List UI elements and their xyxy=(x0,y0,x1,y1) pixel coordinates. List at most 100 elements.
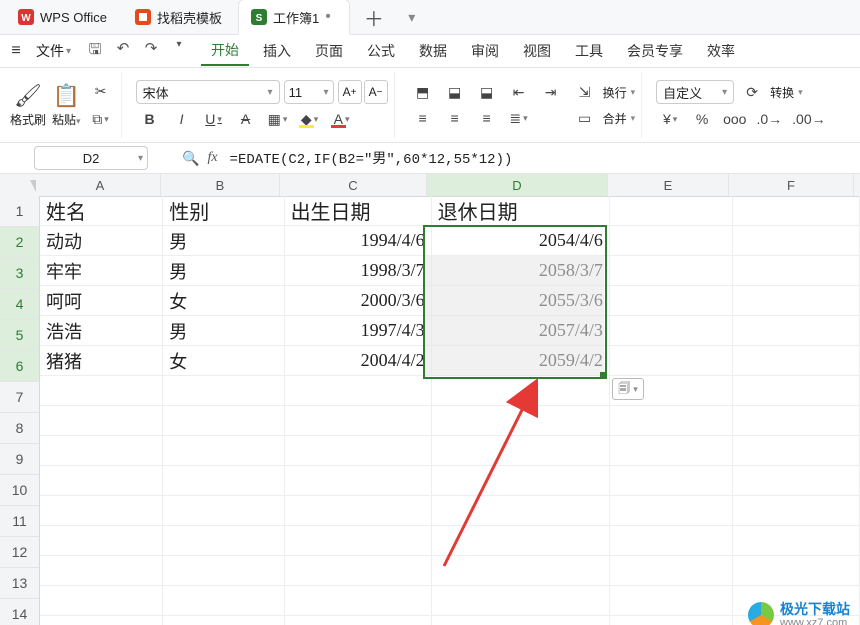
menutab-eff[interactable]: 效率 xyxy=(697,37,745,65)
fill-color-button[interactable]: ◆ xyxy=(296,108,324,130)
paste-options-button[interactable]: 🗐 xyxy=(612,378,644,400)
cell-E8[interactable] xyxy=(610,406,733,436)
cell-C14[interactable] xyxy=(285,586,432,616)
cell-F2[interactable] xyxy=(733,226,860,256)
cell-B6[interactable]: 女 xyxy=(163,346,284,376)
cell-F13[interactable] xyxy=(733,556,860,586)
cell-C5[interactable]: 1997/4/3 xyxy=(285,316,432,346)
cell-E10[interactable] xyxy=(610,466,733,496)
strike-button[interactable]: A xyxy=(232,108,260,130)
file-menu[interactable]: 文件 ▾ xyxy=(30,39,77,63)
row-header-11[interactable]: 11 xyxy=(0,506,40,537)
cell-C4[interactable]: 2000/3/6 xyxy=(285,286,432,316)
col-header-D[interactable]: D xyxy=(427,174,608,196)
save-icon[interactable]: 🖫 xyxy=(85,39,105,64)
menutab-formula[interactable]: 公式 xyxy=(357,37,405,65)
cell-A11[interactable] xyxy=(40,496,163,526)
select-all-corner[interactable] xyxy=(0,174,41,197)
cell-D10[interactable] xyxy=(432,466,610,496)
cell-F5[interactable] xyxy=(733,316,860,346)
cell-F4[interactable] xyxy=(733,286,860,316)
copy-icon[interactable]: ⧉ xyxy=(87,108,115,130)
cell-C10[interactable] xyxy=(285,466,432,496)
cell-C1[interactable]: 出生日期 xyxy=(285,196,432,226)
font-size-select[interactable]: 11▾ xyxy=(284,80,334,104)
align-bottom-icon[interactable]: ⬓ xyxy=(473,81,501,103)
row-header-3[interactable]: 3 xyxy=(0,258,40,289)
fill-handle[interactable] xyxy=(600,372,606,378)
dec-dec-button[interactable]: .00→ xyxy=(789,108,828,130)
cell-B5[interactable]: 男 xyxy=(163,316,284,346)
cell-E11[interactable] xyxy=(610,496,733,526)
cell-E13[interactable] xyxy=(610,556,733,586)
format-painter-button[interactable]: 🖌 格式刷 xyxy=(10,83,46,128)
undo-icon[interactable]: ↶ xyxy=(113,39,133,64)
cell-E14[interactable] xyxy=(610,586,733,616)
number-format-select[interactable]: 自定义▾ xyxy=(656,80,734,104)
col-header-B[interactable]: B xyxy=(161,174,280,196)
new-tab-button[interactable]: ＋ xyxy=(354,3,394,32)
cell-B14[interactable] xyxy=(163,586,284,616)
col-header-A[interactable]: A xyxy=(40,174,161,196)
cell-C12[interactable] xyxy=(285,526,432,556)
cell-A2[interactable]: 动动 xyxy=(40,226,163,256)
cell-C3[interactable]: 1998/3/7 xyxy=(285,256,432,286)
font-color-button[interactable]: A xyxy=(328,108,356,130)
cell-A6[interactable]: 猪猪 xyxy=(40,346,163,376)
percent-button[interactable]: % xyxy=(688,108,716,130)
cell-C9[interactable] xyxy=(285,436,432,466)
col-header-E[interactable]: E xyxy=(608,174,729,196)
name-box-dropdown-icon[interactable]: ▾ xyxy=(138,153,143,164)
align-left-icon[interactable]: ≡ xyxy=(409,107,437,129)
row-header-6[interactable]: 6 xyxy=(0,351,40,382)
row-header-9[interactable]: 9 xyxy=(0,444,40,475)
cell-B2[interactable]: 男 xyxy=(163,226,284,256)
menutab-review[interactable]: 审阅 xyxy=(461,37,509,65)
cell-E15[interactable] xyxy=(610,616,733,625)
redo-icon[interactable]: ↷ xyxy=(141,39,161,64)
align-middle-icon[interactable]: ⬓ xyxy=(441,81,469,103)
cell-F9[interactable] xyxy=(733,436,860,466)
row-header-13[interactable]: 13 xyxy=(0,568,40,599)
cell-C7[interactable] xyxy=(285,376,432,406)
cell-B10[interactable] xyxy=(163,466,284,496)
cell-B1[interactable]: 性别 xyxy=(163,196,284,226)
cell-F11[interactable] xyxy=(733,496,860,526)
cell-C6[interactable]: 2004/4/2 xyxy=(285,346,432,376)
cell-D3[interactable]: 2058/3/7 xyxy=(432,256,610,286)
cell-E5[interactable] xyxy=(610,316,733,346)
row-header-10[interactable]: 10 xyxy=(0,475,40,506)
cell-B8[interactable] xyxy=(163,406,284,436)
cell-F12[interactable] xyxy=(733,526,860,556)
cell-E2[interactable] xyxy=(610,226,733,256)
cell-A3[interactable]: 牢牢 xyxy=(40,256,163,286)
cell-E9[interactable] xyxy=(610,436,733,466)
merge-icon[interactable]: ▭ xyxy=(571,107,599,129)
cell-A13[interactable] xyxy=(40,556,163,586)
cell-F3[interactable] xyxy=(733,256,860,286)
cell-D1[interactable]: 退休日期 xyxy=(432,196,610,226)
name-box[interactable]: D2 ▾ xyxy=(34,146,148,170)
cell-D8[interactable] xyxy=(432,406,610,436)
cell-F6[interactable] xyxy=(733,346,860,376)
cell-F8[interactable] xyxy=(733,406,860,436)
cell-A1[interactable]: 姓名 xyxy=(40,196,163,226)
align-right-icon[interactable]: ≡ xyxy=(473,107,501,129)
cell-E12[interactable] xyxy=(610,526,733,556)
cell-D4[interactable]: 2055/3/6 xyxy=(432,286,610,316)
align-top-icon[interactable]: ⬒ xyxy=(409,81,437,103)
thousands-button[interactable]: ooo xyxy=(720,108,749,130)
cell-D5[interactable]: 2057/4/3 xyxy=(432,316,610,346)
cell-E6[interactable] xyxy=(610,346,733,376)
cell-A14[interactable] xyxy=(40,586,163,616)
row-header-7[interactable]: 7 xyxy=(0,382,40,413)
cell-B3[interactable]: 男 xyxy=(163,256,284,286)
row-header-4[interactable]: 4 xyxy=(0,289,40,320)
cell-A10[interactable] xyxy=(40,466,163,496)
cell-A15[interactable] xyxy=(40,616,163,625)
cell-B13[interactable] xyxy=(163,556,284,586)
cell-B15[interactable] xyxy=(163,616,284,625)
cell-B4[interactable]: 女 xyxy=(163,286,284,316)
col-header-F[interactable]: F xyxy=(729,174,854,196)
underline-button[interactable]: U xyxy=(200,108,228,130)
